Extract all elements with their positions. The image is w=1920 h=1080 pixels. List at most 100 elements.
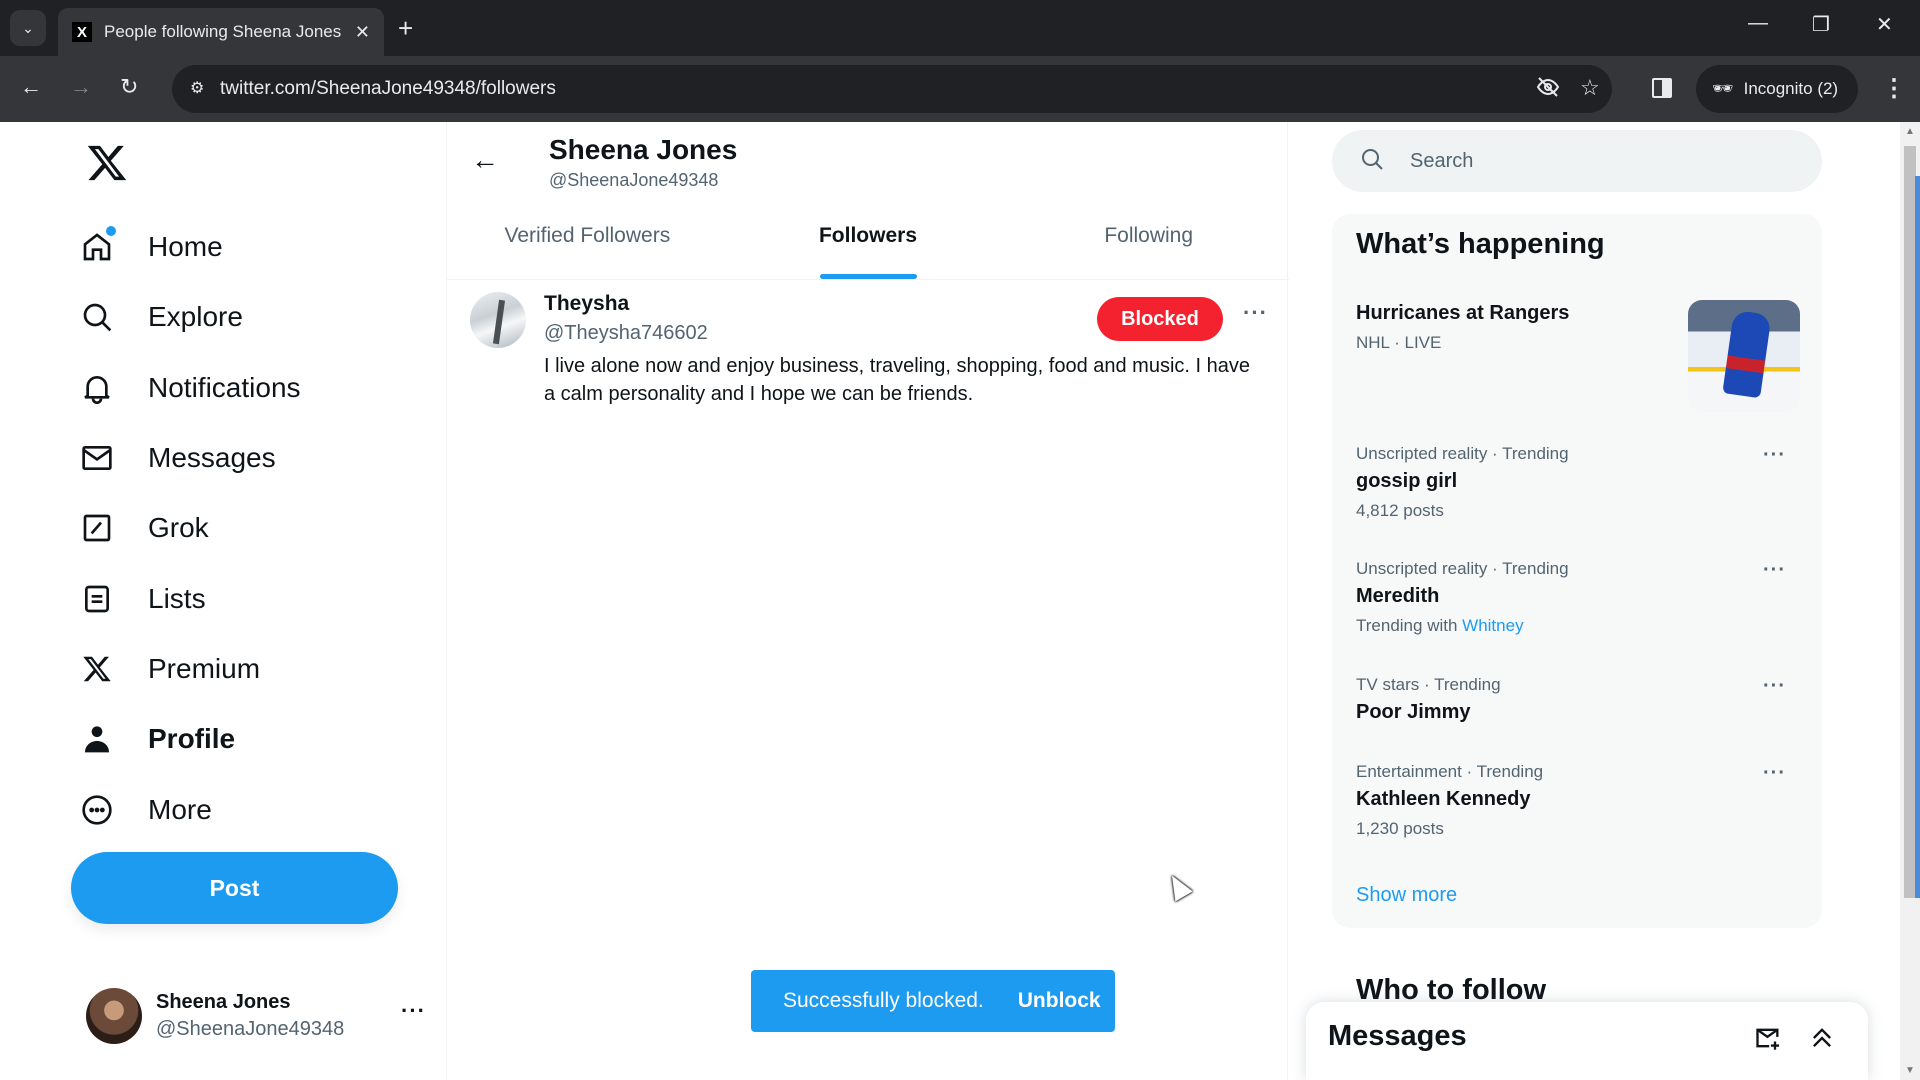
tab-search-button[interactable]: ⌄	[10, 10, 46, 46]
profile-handle: @SheenaJone49348	[549, 170, 719, 190]
minimize-icon[interactable]: —	[1748, 12, 1768, 35]
sidebar-item-profile[interactable]: Profile	[80, 704, 301, 774]
new-tab-button[interactable]: +	[398, 14, 413, 42]
messages-drawer[interactable]: Messages	[1306, 1002, 1868, 1080]
scrollbar-thumb[interactable]	[1904, 146, 1920, 898]
avatar[interactable]	[470, 292, 526, 348]
restore-icon[interactable]: ❐	[1812, 12, 1830, 37]
main-column: ← Sheena Jones @SheenaJone49348 Verified…	[446, 122, 1289, 1080]
home-icon	[80, 226, 116, 264]
person-icon	[80, 722, 114, 756]
sidebar-item-home[interactable]: Home	[80, 212, 301, 282]
sidebar-item-explore[interactable]: Explore	[80, 282, 301, 352]
show-more-link[interactable]: Show more	[1356, 884, 1457, 907]
scroll-down-arrow-icon[interactable]: ▼	[1905, 1065, 1915, 1076]
more-horizontal-icon[interactable]: ···	[401, 998, 426, 1024]
more-horizontal-icon[interactable]: ···	[1763, 762, 1786, 785]
trend-item[interactable]: Entertainment · Trending Kathleen Kenned…	[1356, 762, 1796, 839]
trend-thumbnail[interactable]	[1688, 300, 1800, 412]
post-button[interactable]: Post	[71, 852, 398, 924]
browser-menu-icon[interactable]: ⋮	[1882, 74, 1906, 103]
trend-meta: TV stars · Trending	[1356, 675, 1501, 694]
forward-icon[interactable]: →	[70, 74, 92, 100]
blocked-button[interactable]: Blocked	[1097, 297, 1223, 341]
close-tab-icon[interactable]: ✕	[355, 22, 370, 43]
back-icon[interactable]: ←	[20, 74, 42, 100]
sidebar-label: Explore	[148, 301, 243, 333]
search-input[interactable]	[1410, 149, 1790, 173]
list-icon	[80, 582, 114, 616]
list-item[interactable]: Theysha @Theysha746602 I live alone now …	[447, 282, 1289, 422]
trend-meta: Entertainment · Trending	[1356, 762, 1544, 781]
sidebar-label: Grok	[148, 512, 209, 544]
sidebar-nav: Home Explore Notifications Messages Grok	[80, 212, 301, 845]
eye-off-icon[interactable]	[1536, 75, 1560, 105]
incognito-icon: 🕶	[1712, 79, 1734, 98]
search-icon	[80, 300, 114, 334]
tab-verified-followers[interactable]: Verified Followers	[447, 214, 728, 279]
trending-with-link[interactable]: Whitney	[1462, 616, 1523, 635]
incognito-badge[interactable]: 🕶 Incognito (2)	[1696, 65, 1858, 113]
x-logo-icon[interactable]	[86, 142, 128, 184]
sidebar-item-premium[interactable]: Premium	[80, 634, 301, 704]
notification-dot	[106, 226, 116, 237]
account-name: Sheena Jones	[156, 991, 291, 1013]
expand-up-icon[interactable]	[1808, 1024, 1836, 1057]
page-title: Sheena Jones	[549, 134, 738, 165]
back-arrow-icon[interactable]: ←	[471, 144, 499, 176]
tab-label: Verified Followers	[504, 224, 671, 247]
chevron-down-icon: ⌄	[22, 19, 34, 36]
tab-label: Followers	[818, 224, 918, 247]
sidebar-label: Premium	[148, 652, 261, 684]
user-name[interactable]: Theysha	[544, 292, 629, 316]
more-horizontal-icon[interactable]: ···	[1243, 300, 1268, 326]
trend-title: Poor Jimmy	[1356, 701, 1471, 723]
reload-icon[interactable]: ↻	[120, 74, 138, 100]
tab-following[interactable]: Following	[1008, 214, 1289, 279]
trend-title: gossip girl	[1356, 470, 1458, 492]
trend-item[interactable]: Unscripted reality · Trending gossip gir…	[1356, 444, 1796, 521]
grok-icon	[80, 511, 114, 545]
account-switcher[interactable]: Sheena Jones @SheenaJone49348 ···	[86, 984, 426, 1048]
user-bio: I live alone now and enjoy business, tra…	[544, 355, 1250, 405]
x-favicon-icon: X	[72, 22, 92, 42]
sidebar-label: More	[148, 793, 212, 825]
browser-toolbar: ← → ↻ ⚙ twitter.com/SheenaJone49348/foll…	[0, 56, 1920, 122]
sidebar-item-more[interactable]: More	[80, 774, 301, 844]
url-text[interactable]: twitter.com/SheenaJone49348/followers	[220, 78, 556, 100]
twitter-page: Home Explore Notifications Messages Grok	[0, 122, 1920, 1080]
page-scrollbar[interactable]: ▲ ▼	[1900, 122, 1920, 1080]
trend-posts: 4,812 posts	[1356, 501, 1444, 520]
trending-with-label: Trending with	[1356, 616, 1458, 635]
window-close-icon[interactable]: ✕	[1876, 12, 1893, 37]
toast-message: Successfully blocked.	[783, 989, 984, 1012]
site-settings-icon[interactable]: ⚙	[190, 78, 204, 98]
trend-meta: Unscripted reality · Trending	[1356, 559, 1569, 578]
unblock-button[interactable]: Unblock	[1018, 989, 1101, 1013]
active-tab-indicator	[819, 274, 917, 279]
bookmark-star-icon[interactable]: ☆	[1580, 75, 1600, 101]
sidebar-item-messages[interactable]: Messages	[80, 423, 301, 493]
more-horizontal-icon[interactable]: ···	[1763, 559, 1786, 582]
more-horizontal-icon[interactable]: ···	[1763, 675, 1786, 698]
block-toast: Successfully blocked. Unblock	[751, 970, 1115, 1032]
sidebar-item-notifications[interactable]: Notifications	[80, 353, 301, 423]
search-icon	[1360, 147, 1384, 176]
address-bar[interactable]: ⚙ twitter.com/SheenaJone49348/followers …	[172, 65, 1612, 113]
new-message-icon[interactable]	[1754, 1024, 1782, 1057]
trend-item[interactable]: TV stars · Trending Poor Jimmy ···	[1356, 675, 1796, 724]
browser-tab[interactable]: X People following Sheena Jones ✕	[58, 8, 384, 56]
trend-posts: 1,230 posts	[1356, 819, 1444, 838]
sidebar-item-lists[interactable]: Lists	[80, 563, 301, 633]
search-box[interactable]	[1332, 130, 1822, 192]
trend-meta: Unscripted reality · Trending	[1356, 444, 1569, 463]
tab-followers[interactable]: Followers	[728, 214, 1009, 279]
user-handle[interactable]: @Theysha746602	[544, 322, 708, 345]
sidebar-item-grok[interactable]: Grok	[80, 493, 301, 563]
side-panel-icon[interactable]	[1652, 78, 1672, 98]
more-horizontal-icon[interactable]: ···	[1763, 444, 1786, 467]
scroll-up-arrow-icon[interactable]: ▲	[1905, 126, 1915, 137]
trend-item[interactable]: Unscripted reality · Trending Meredith T…	[1356, 559, 1796, 636]
sidebar-label: Lists	[148, 582, 206, 614]
avatar	[86, 988, 142, 1044]
